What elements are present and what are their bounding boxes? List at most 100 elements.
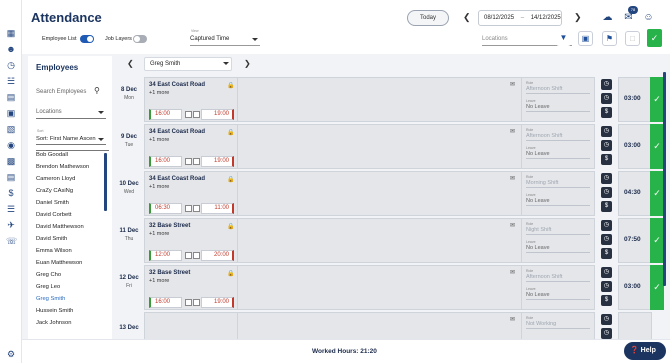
clock-in-icon[interactable]: ◷ xyxy=(601,267,612,278)
shift-more-link[interactable]: +1 more xyxy=(149,90,169,96)
end-time-input[interactable]: 19:00 xyxy=(201,109,234,120)
clock-out-icon[interactable]: ◷ xyxy=(601,328,612,339)
flag-icon[interactable]: ⚑ xyxy=(602,31,617,46)
end-checkbox[interactable] xyxy=(193,299,200,306)
shift-more-link[interactable]: +1 more xyxy=(149,278,169,284)
filter-icon[interactable]: ▼ xyxy=(556,31,571,46)
start-time-input[interactable]: 06:30 xyxy=(149,203,182,214)
org-chart-icon[interactable]: ☱ xyxy=(6,76,16,86)
end-time-input[interactable]: 19:00 xyxy=(201,297,234,308)
shift-card[interactable]: 34 East Coast Road +1 more 🔒 06:30 11:00 xyxy=(144,171,238,216)
role-select[interactable]: Afternoon Shift xyxy=(526,273,590,282)
shift-card[interactable]: 32 Base Street +1 more 🔒 12:00 20:00 xyxy=(144,218,238,263)
prev-employee-icon[interactable]: ❮ xyxy=(127,59,134,68)
report-icon[interactable]: ▤ xyxy=(6,172,16,182)
comment-icon[interactable]: ✉ xyxy=(510,81,515,88)
dollar-icon[interactable]: $ xyxy=(601,295,612,306)
employee-item[interactable]: David Matthewson xyxy=(36,221,109,233)
export-icon[interactable]: ▣ xyxy=(578,31,593,46)
view-select[interactable]: Captured Time xyxy=(190,34,260,46)
shift-card[interactable]: 34 East Coast Road +1 more 🔒 16:00 19:00 xyxy=(144,124,238,169)
start-checkbox[interactable] xyxy=(185,299,192,306)
employee-item[interactable]: Greg Leo xyxy=(36,281,109,293)
clipboard-icon[interactable]: ▧ xyxy=(6,124,16,134)
delete-icon[interactable]: □ xyxy=(625,31,640,46)
employee-item[interactable]: David Corbett xyxy=(36,209,109,221)
end-checkbox[interactable] xyxy=(193,252,200,259)
list-icon[interactable]: ☰ xyxy=(6,204,16,214)
next-week-icon[interactable]: ❯ xyxy=(574,12,582,23)
employee-item[interactable]: Jack Johnson xyxy=(36,317,109,329)
sort-select[interactable]: Sort: First Name Ascen xyxy=(36,134,106,145)
shift-more-link[interactable]: +1 more xyxy=(149,231,169,237)
clock-out-icon[interactable]: ◷ xyxy=(601,93,612,104)
shift-card[interactable]: 34 East Coast Road +1 more 🔒 16:00 19:00 xyxy=(144,77,238,122)
role-select[interactable]: Morning Shift xyxy=(526,179,590,188)
schedule-scrollbar[interactable] xyxy=(663,72,666,286)
end-checkbox[interactable] xyxy=(193,111,200,118)
document-icon[interactable]: ▤ xyxy=(6,92,16,102)
end-time-input[interactable]: 19:00 xyxy=(201,156,234,167)
clock-in-icon[interactable]: ◷ xyxy=(601,126,612,137)
flight-icon[interactable]: ✈ xyxy=(6,220,16,230)
employee-item[interactable]: Cameron Lloyd xyxy=(36,173,109,185)
start-checkbox[interactable] xyxy=(185,111,192,118)
approve-all-button[interactable]: ✓ xyxy=(647,29,662,47)
dashboard-icon[interactable]: ▦ xyxy=(6,28,16,38)
start-time-input[interactable]: 12:00 xyxy=(149,250,182,261)
employee-item[interactable]: Hussein Smith xyxy=(36,305,109,317)
role-select[interactable]: Afternoon Shift xyxy=(526,132,590,141)
start-time-input[interactable]: 16:00 xyxy=(149,156,182,167)
date-range-input[interactable]: 08/12/2025 – 14/12/2025 xyxy=(478,10,562,26)
start-time-input[interactable]: 16:00 xyxy=(149,297,182,308)
clock-in-icon[interactable]: ◷ xyxy=(601,79,612,90)
gear-icon[interactable]: ⚙ xyxy=(6,349,16,359)
end-checkbox[interactable] xyxy=(193,205,200,212)
employee-locations-select[interactable]: Locations xyxy=(36,107,106,119)
leave-select[interactable]: No Leave xyxy=(526,103,590,112)
employee-list-toggle[interactable] xyxy=(80,35,94,43)
shift-card[interactable] xyxy=(144,312,238,340)
user-account-icon[interactable]: ☺ xyxy=(642,11,655,24)
dollar-icon[interactable]: $ xyxy=(601,201,612,212)
employee-item[interactable]: Daniel Smith xyxy=(36,197,109,209)
approve-button[interactable]: ✓ xyxy=(650,77,664,122)
dollar-icon[interactable]: $ xyxy=(6,188,16,198)
employee-list-scrollbar[interactable] xyxy=(104,153,107,211)
start-checkbox[interactable] xyxy=(185,158,192,165)
clock-out-icon[interactable]: ◷ xyxy=(601,187,612,198)
approve-button[interactable]: ✓ xyxy=(650,124,664,169)
next-employee-icon[interactable]: ❯ xyxy=(244,59,251,68)
comment-icon[interactable]: ✉ xyxy=(510,316,515,323)
comment-icon[interactable]: ✉ xyxy=(510,175,515,182)
clock-in-icon[interactable]: ◷ xyxy=(601,314,612,325)
clock-in-icon[interactable]: ◷ xyxy=(601,220,612,231)
leave-select[interactable]: No Leave xyxy=(526,244,590,253)
employee-item[interactable]: Euan Matthewson xyxy=(36,257,109,269)
employee-select[interactable]: Greg Smith xyxy=(144,57,232,71)
buildings-icon[interactable]: ▩ xyxy=(6,156,16,166)
calendar-icon[interactable]: ▣ xyxy=(6,108,16,118)
end-checkbox[interactable] xyxy=(193,158,200,165)
start-checkbox[interactable] xyxy=(185,205,192,212)
start-checkbox[interactable] xyxy=(185,252,192,259)
end-time-input[interactable]: 11:00 xyxy=(201,203,234,214)
leave-select[interactable]: No Leave xyxy=(526,150,590,159)
approve-button[interactable]: ✓ xyxy=(650,171,664,216)
shift-card[interactable]: 32 Base Street +1 more 🔒 16:00 19:00 xyxy=(144,265,238,310)
employee-item[interactable]: Brendon Mathewson xyxy=(36,161,109,173)
job-layers-toggle[interactable] xyxy=(133,35,147,43)
employee-item[interactable]: Emma Wilson xyxy=(36,245,109,257)
role-select[interactable]: Afternoon Shift xyxy=(526,85,590,94)
approve-button[interactable]: ✓ xyxy=(650,265,664,310)
clock-out-icon[interactable]: ◷ xyxy=(601,140,612,151)
help-button[interactable]: ❓ Help xyxy=(624,342,666,360)
phone-icon[interactable]: ☏ xyxy=(6,236,17,246)
employee-item[interactable]: Greg Cho xyxy=(36,269,109,281)
shift-more-link[interactable]: +1 more xyxy=(149,184,169,190)
role-select[interactable]: Not Working xyxy=(526,320,590,329)
dollar-icon[interactable]: $ xyxy=(601,248,612,259)
employee-item-selected[interactable]: Greg Smith xyxy=(36,293,109,305)
dollar-icon[interactable]: $ xyxy=(601,154,612,165)
leave-select[interactable]: No Leave xyxy=(526,291,590,300)
